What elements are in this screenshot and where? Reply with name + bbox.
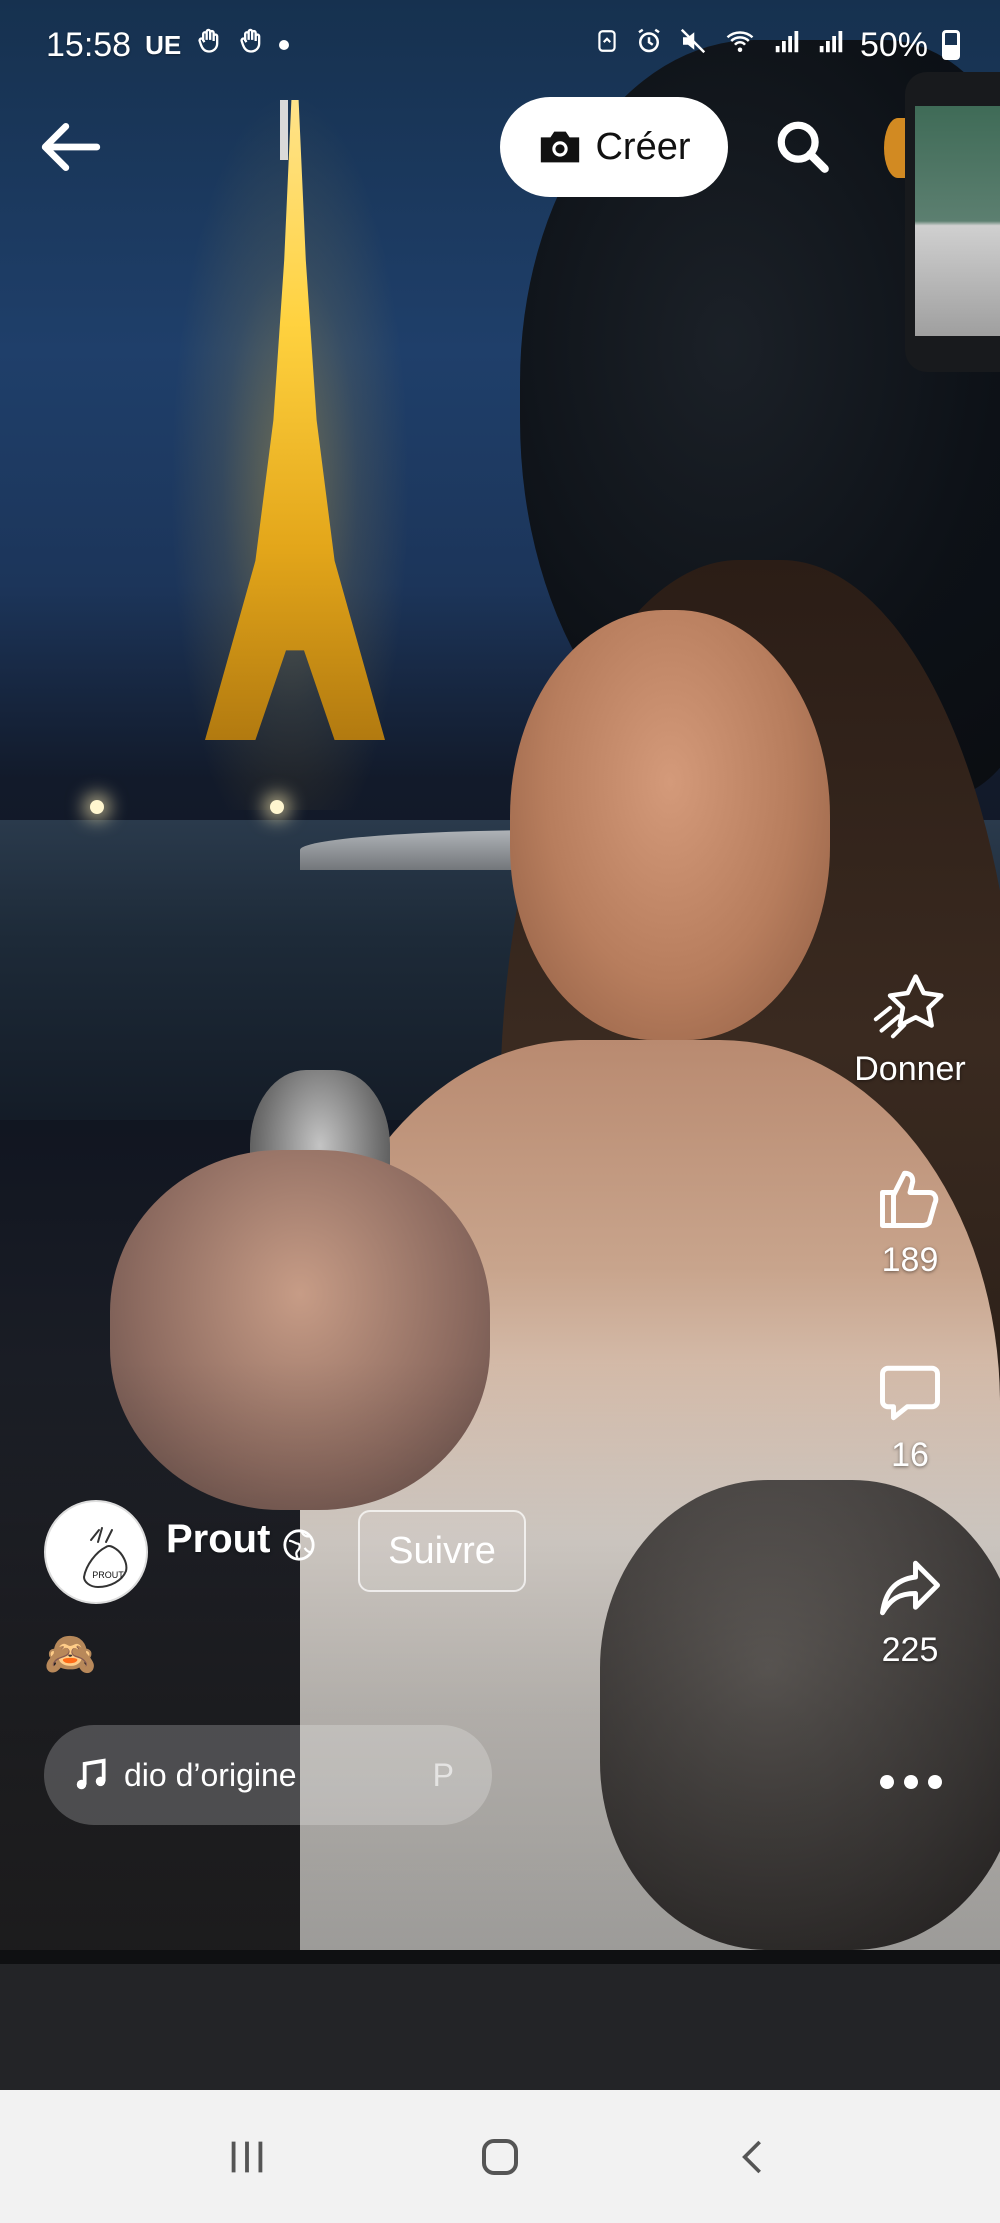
pip-video-thumbnail	[915, 106, 1000, 336]
audio-track-label-next: P	[432, 1756, 454, 1793]
status-bar: 15:58 UE 50%	[0, 0, 1000, 90]
battery-icon	[942, 30, 960, 60]
search-button[interactable]	[768, 110, 838, 184]
mute-icon	[678, 26, 708, 65]
donate-label: Donner	[854, 1050, 966, 1088]
video-frame-person-face	[510, 610, 830, 1040]
video-frame-light	[90, 800, 104, 814]
status-right: 50%	[594, 26, 960, 65]
author-name[interactable]: Prout	[166, 1517, 270, 1562]
bottom-dark-area	[0, 1964, 1000, 2090]
arrow-left-icon	[41, 122, 101, 172]
recycle-icon	[594, 26, 620, 65]
thumbs-up-icon	[880, 1170, 939, 1228]
search-icon	[777, 121, 829, 173]
create-button[interactable]: Créer	[500, 97, 728, 197]
audio-track-label: dio d’origine	[124, 1756, 297, 1793]
hand-icon	[237, 26, 265, 65]
more-icon-dot	[880, 1775, 894, 1789]
audio-track-button[interactable]: dio d’origine P	[44, 1725, 492, 1825]
status-left: 15:58 UE	[46, 25, 290, 65]
comment-count: 16	[891, 1436, 929, 1474]
camera-icon	[541, 131, 580, 163]
home-icon	[481, 2138, 518, 2175]
comment-icon	[880, 1365, 940, 1421]
video-frame-light	[270, 800, 284, 814]
like-count: 189	[881, 1241, 939, 1279]
dot-icon	[279, 40, 290, 50]
share-icon	[880, 1560, 940, 1616]
video-frame-antenna	[280, 100, 288, 160]
avatar-text: PROUT	[92, 1570, 124, 1580]
caption-emoji: 🙈	[44, 1630, 97, 1677]
comment-button[interactable]: 16	[840, 1360, 980, 1475]
more-options-button[interactable]	[866, 1752, 956, 1812]
system-navigation-bar	[0, 2090, 1000, 2223]
donate-button[interactable]: Donner	[840, 970, 980, 1089]
share-count: 225	[881, 1631, 939, 1669]
video-progress-track[interactable]	[0, 1950, 1000, 1964]
more-icon-dot	[904, 1775, 918, 1789]
status-region: UE	[145, 29, 182, 60]
recent-apps-icon	[231, 2141, 262, 2172]
recent-apps-button[interactable]	[197, 2107, 297, 2207]
globe-icon	[283, 1529, 315, 1561]
alarm-icon	[634, 26, 664, 65]
star-icon	[873, 974, 944, 1039]
music-note-icon	[76, 1758, 106, 1790]
back-button[interactable]	[34, 110, 108, 184]
follow-button[interactable]: Suivre	[358, 1510, 526, 1592]
picture-in-picture-window[interactable]	[905, 72, 1000, 372]
avatar-logo: PROUT	[82, 1527, 128, 1589]
status-time: 15:58	[46, 25, 132, 64]
create-button-label: Créer	[595, 125, 691, 168]
chevron-left-icon	[742, 2140, 762, 2173]
hand-icon	[195, 26, 223, 65]
author-avatar[interactable]: PROUT	[44, 1500, 148, 1604]
wifi-icon	[722, 26, 758, 65]
signal-icon	[816, 26, 846, 65]
signal-icon	[772, 26, 802, 65]
nav-back-button[interactable]	[703, 2107, 803, 2207]
battery-percent: 50%	[859, 25, 928, 64]
like-button[interactable]: 189	[840, 1165, 980, 1280]
home-button[interactable]	[450, 2107, 550, 2207]
share-button[interactable]: 225	[840, 1555, 980, 1670]
more-icon-dot	[928, 1775, 942, 1789]
